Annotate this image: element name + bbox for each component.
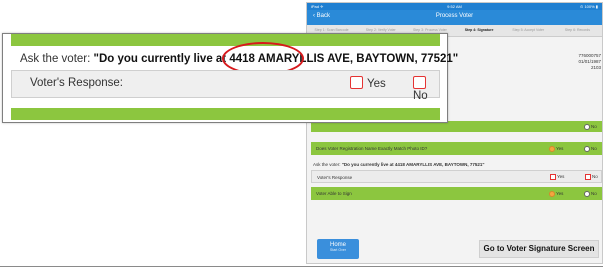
status-time: 9:52 AM xyxy=(447,4,462,9)
page-title: Process Voter xyxy=(435,13,474,19)
tab-step-6[interactable]: Step 6: Records xyxy=(553,25,602,36)
row-voter-response: Voter's Response Yes No xyxy=(311,170,602,183)
status-battery: ⊙ 100% ▮ xyxy=(579,4,598,9)
radio-selected-icon xyxy=(549,146,555,152)
checkbox-icon xyxy=(350,76,363,89)
callout-green-bar-bottom xyxy=(11,108,440,120)
able-sign-no-option[interactable]: No xyxy=(584,191,597,197)
id-match-no-option[interactable]: No xyxy=(584,146,597,152)
row-id-match: Does Voter Registration Name Exactly Mat… xyxy=(311,142,602,155)
radio-icon xyxy=(584,124,590,130)
status-bar: iPad ✈ 9:52 AM ⊙ 100% ▮ xyxy=(307,3,602,10)
row-able-to-sign: Voter Able to Sign Yes No xyxy=(311,187,602,200)
voter-signature-button[interactable]: Go to Voter Signature Screen xyxy=(479,240,599,258)
radio-selected-icon xyxy=(549,191,555,197)
ask-question: "Do you currently live at 4418 AMARYLLIS… xyxy=(341,162,485,167)
able-sign-yes-option[interactable]: Yes xyxy=(549,191,563,197)
callout-yes-option[interactable]: Yes xyxy=(350,76,386,90)
callout-no-label: No xyxy=(413,90,428,102)
home-label: Home xyxy=(329,242,346,248)
home-sublabel: Start Over xyxy=(330,248,346,252)
zoom-callout: Ask the voter: "Do you currently live at… xyxy=(2,33,458,123)
ask-prefix: Ask the voter: xyxy=(313,162,341,167)
ask-voter-text: Ask the voter: "Do you currently live at… xyxy=(313,162,485,167)
checkbox-icon xyxy=(413,76,426,89)
id-match-yes-option[interactable]: Yes xyxy=(549,146,563,152)
callout-voter-response-label: Voter's Response: xyxy=(30,77,123,89)
callout-green-bar-top xyxy=(11,34,440,46)
callout-yes-label: Yes xyxy=(367,78,386,90)
radio-icon xyxy=(584,191,590,197)
voter-response-label: Voter's Response xyxy=(317,175,353,180)
nav-bar: ‹ Back Process Voter xyxy=(307,10,602,25)
no-option-partial[interactable]: No xyxy=(584,124,597,130)
row-id-match-label: Does Voter Registration Name Exactly Mat… xyxy=(316,146,428,151)
able-to-sign-label: Voter Able to Sign xyxy=(316,191,352,196)
bottom-divider xyxy=(0,266,603,267)
radio-icon xyxy=(584,146,590,152)
callout-no-option[interactable]: No xyxy=(413,76,439,102)
response-no-option[interactable]: No xyxy=(585,174,598,180)
checkbox-icon xyxy=(585,174,591,180)
response-yes-option[interactable]: Yes xyxy=(550,174,564,180)
home-button[interactable]: Home Start Over xyxy=(317,239,359,259)
voter-info: 776000757 01/01/1987 2103 xyxy=(487,53,601,71)
callout-ask-prefix: Ask the voter: xyxy=(20,53,91,65)
tab-step-4[interactable]: Step 4: Signature xyxy=(455,25,504,36)
tab-step-5[interactable]: Step 5: Accept Voter xyxy=(504,25,553,36)
callout-voter-response-row: Voter's Response: Yes No xyxy=(11,70,440,102)
checkbox-icon xyxy=(550,174,556,180)
voter-precinct-value: 2103 xyxy=(590,65,601,70)
